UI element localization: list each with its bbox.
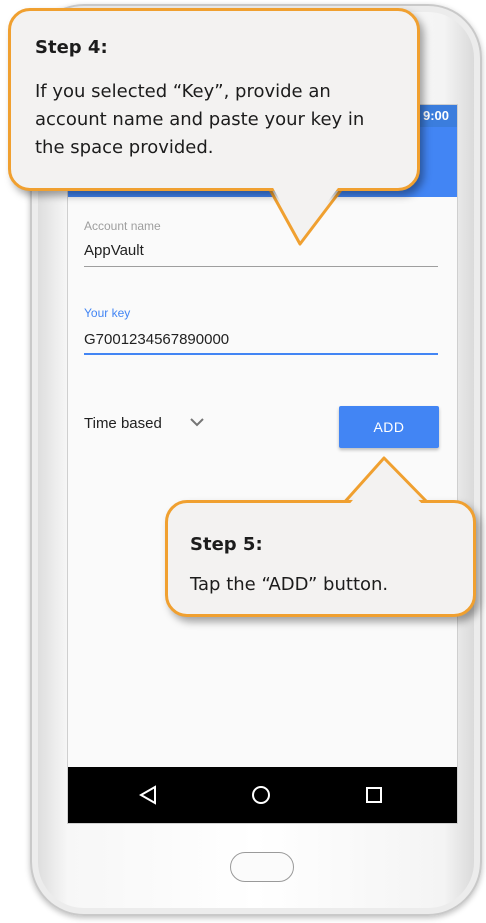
step5-pointer-cover <box>346 464 426 508</box>
